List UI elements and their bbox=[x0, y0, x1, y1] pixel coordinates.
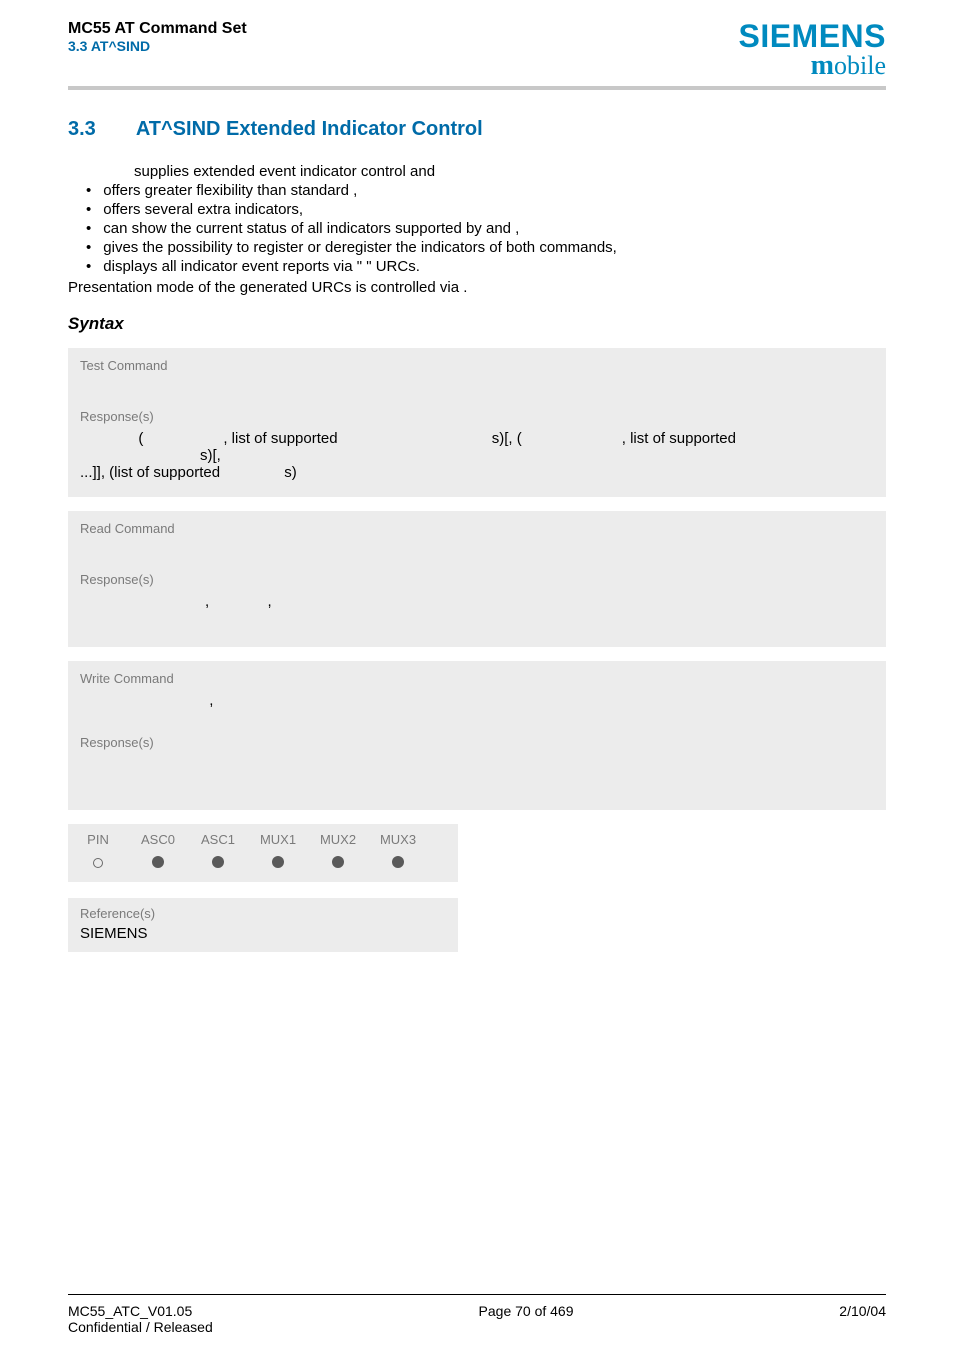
page-footer: MC55_ATC_V01.05 Confidential / Released … bbox=[68, 1303, 886, 1335]
resp-seg: , list of supported bbox=[622, 430, 740, 447]
reference-panel: Reference(s) SIEMENS bbox=[68, 898, 458, 952]
col-header: MUX3 bbox=[368, 824, 428, 851]
feature-item: offers several extra indicators, bbox=[86, 201, 886, 218]
section-title: AT^SIND Extended Indicator Control bbox=[136, 118, 483, 141]
response-line: , , bbox=[80, 593, 874, 610]
dot-icon bbox=[152, 856, 164, 868]
footer-rule bbox=[68, 1294, 886, 1295]
dot-cell bbox=[368, 851, 428, 882]
dot-cell bbox=[128, 851, 188, 882]
col-header: ASC0 bbox=[128, 824, 188, 851]
brand-mobile-text: mobile bbox=[738, 52, 886, 80]
panel-label: Response(s) bbox=[68, 725, 886, 750]
header-left: MC55 AT Command Set 3.3 AT^SIND bbox=[68, 20, 247, 54]
footer-version: MC55_ATC_V01.05 bbox=[68, 1303, 213, 1319]
brand-siemens-text: SIEMENS bbox=[738, 20, 886, 52]
response-line: ( , list of supported s)[, ( , list of s… bbox=[80, 430, 874, 464]
panel-body: ( , list of supported s)[, ( , list of s… bbox=[68, 424, 886, 497]
dot-icon bbox=[93, 858, 103, 868]
col-header: MUX2 bbox=[308, 824, 368, 851]
dot-cell bbox=[308, 851, 368, 882]
reference-value: SIEMENS bbox=[80, 925, 446, 942]
footer-left: MC55_ATC_V01.05 Confidential / Released bbox=[68, 1303, 213, 1335]
write-line: , bbox=[80, 692, 874, 709]
panel-label: Write Command bbox=[68, 661, 886, 686]
col-header: ASC1 bbox=[188, 824, 248, 851]
panel-body: , , bbox=[68, 587, 886, 647]
panel-label: Read Command bbox=[68, 511, 886, 536]
section-ref: 3.3 AT^SIND bbox=[68, 38, 247, 54]
col-header: PIN bbox=[68, 824, 128, 851]
panel-body bbox=[68, 750, 886, 810]
availability-table: PIN ASC0 ASC1 MUX1 MUX2 MUX3 bbox=[68, 824, 458, 882]
resp-seg: ( bbox=[80, 430, 143, 447]
feature-item: gives the possibility to register or der… bbox=[86, 239, 886, 256]
section-number: 3.3 bbox=[68, 118, 96, 141]
dot-icon bbox=[212, 856, 224, 868]
dot-cell bbox=[248, 851, 308, 882]
resp-seg: s)[, bbox=[200, 447, 221, 464]
feature-item: displays all indicator event reports via… bbox=[86, 258, 886, 275]
resp-seg: ...]], (list of supported bbox=[80, 464, 224, 481]
panel-label: Response(s) bbox=[68, 562, 886, 587]
feature-list: offers greater flexibility than standard… bbox=[68, 182, 886, 275]
footer-confidential: Confidential / Released bbox=[68, 1319, 213, 1335]
response-line: ...]], (list of supported s) bbox=[80, 464, 874, 481]
presentation-line: Presentation mode of the generated URCs … bbox=[68, 279, 886, 296]
section-heading: 3.3 AT^SIND Extended Indicator Control bbox=[68, 118, 886, 141]
write-command-panel: Write Command , Response(s) bbox=[68, 661, 886, 810]
resp-seg: s)[, ( bbox=[492, 430, 522, 447]
panel-body bbox=[68, 536, 886, 562]
resp-seg: s) bbox=[284, 464, 297, 481]
feature-text: can show the current status of all indic… bbox=[103, 220, 519, 237]
dot-icon bbox=[272, 856, 284, 868]
feature-text: offers greater flexibility than standard… bbox=[103, 182, 357, 199]
syntax-heading: Syntax bbox=[68, 314, 886, 334]
reference-label: Reference(s) bbox=[80, 906, 446, 921]
brand-mobile-bold: m bbox=[811, 50, 834, 81]
feature-item: offers greater flexibility than standard… bbox=[86, 182, 886, 199]
feature-text: offers several extra indicators, bbox=[103, 201, 303, 218]
panel-label: Response(s) bbox=[68, 399, 886, 424]
read-command-panel: Read Command Response(s) , , bbox=[68, 511, 886, 647]
feature-text: displays all indicator event reports via… bbox=[103, 258, 420, 275]
page-header: MC55 AT Command Set 3.3 AT^SIND SIEMENS … bbox=[68, 20, 886, 80]
header-rule bbox=[68, 86, 886, 90]
resp-seg: , list of supported bbox=[223, 430, 341, 447]
feature-text: gives the possibility to register or der… bbox=[103, 239, 617, 256]
panel-body: , bbox=[68, 686, 886, 725]
col-header: MUX1 bbox=[248, 824, 308, 851]
panel-body bbox=[68, 373, 886, 399]
dot-icon bbox=[392, 856, 404, 868]
footer-date: 2/10/04 bbox=[839, 1303, 886, 1335]
footer-page: Page 70 of 469 bbox=[479, 1303, 574, 1335]
dot-cell bbox=[188, 851, 248, 882]
dot-icon bbox=[332, 856, 344, 868]
product-title: MC55 AT Command Set bbox=[68, 20, 247, 38]
intro-line: supplies extended event indicator contro… bbox=[134, 163, 886, 180]
panel-label: Test Command bbox=[68, 348, 886, 373]
brand-mobile-rest: obile bbox=[834, 51, 886, 80]
feature-item: can show the current status of all indic… bbox=[86, 220, 886, 237]
dot-cell bbox=[68, 851, 128, 882]
brand-logo: SIEMENS mobile bbox=[738, 20, 886, 80]
test-command-panel: Test Command Response(s) ( , list of sup… bbox=[68, 348, 886, 497]
